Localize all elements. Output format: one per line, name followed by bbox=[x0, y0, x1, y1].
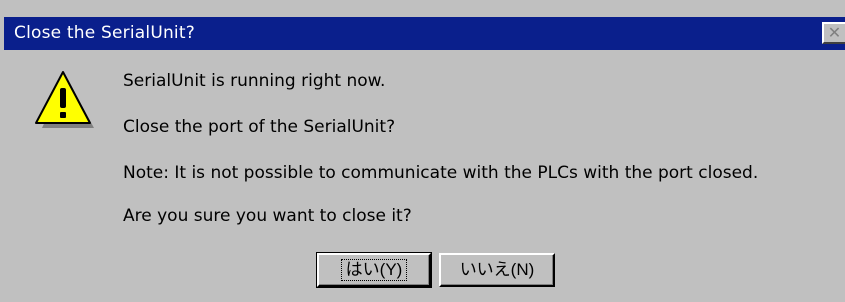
warning-icon bbox=[35, 71, 94, 128]
message-line-4: Are you sure you want to close it? bbox=[123, 206, 412, 226]
message-line-3: Note: It is not possible to communicate … bbox=[123, 163, 759, 183]
close-button[interactable]: ✕ bbox=[822, 22, 845, 44]
close-icon: ✕ bbox=[827, 23, 842, 42]
dialog-title: Close the SerialUnit? bbox=[14, 23, 195, 43]
message-line-2: Close the port of the SerialUnit? bbox=[123, 117, 396, 137]
dialog-window: Close the SerialUnit? ✕ SerialUnit is ru… bbox=[0, 0, 845, 302]
title-bar: Close the SerialUnit? ✕ bbox=[4, 17, 845, 50]
yes-button-label: はい(Y) bbox=[340, 259, 408, 281]
no-button-label: いいえ(N) bbox=[459, 260, 535, 279]
no-button[interactable]: いいえ(N) bbox=[439, 253, 555, 287]
yes-button[interactable]: はい(Y) bbox=[316, 252, 432, 288]
message-line-1: SerialUnit is running right now. bbox=[123, 71, 386, 91]
